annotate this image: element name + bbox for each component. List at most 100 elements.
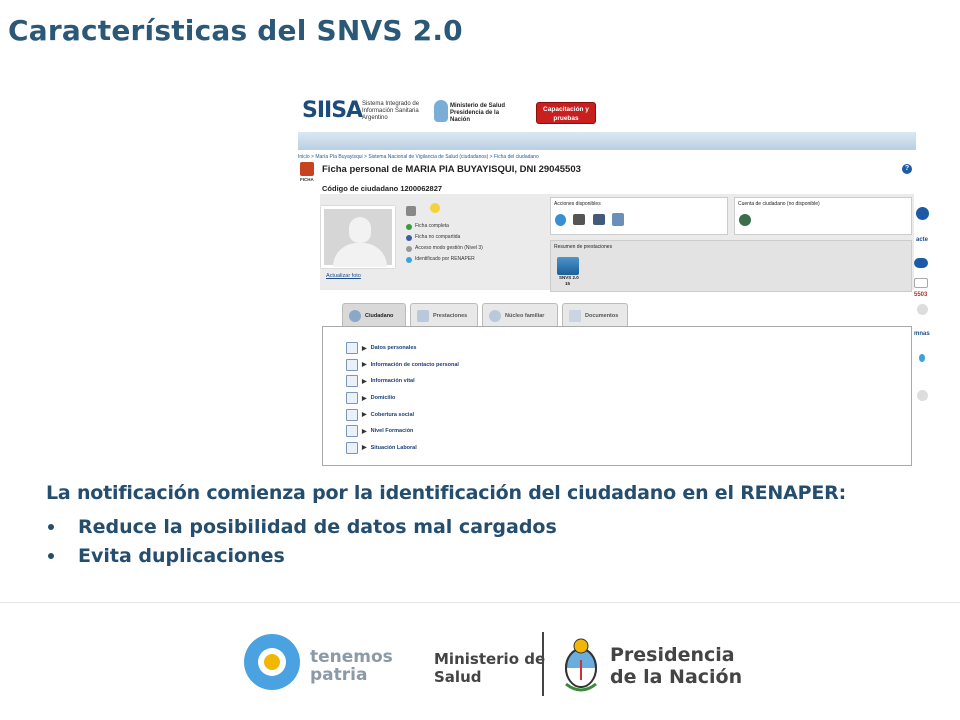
sisa-subtitle: Sistema Integrado de Información Sanitar… (362, 101, 420, 121)
tenemos-patria-text: tenemos patria (310, 647, 393, 685)
truck-action-icon[interactable] (573, 214, 585, 225)
status-list: Ficha completa Ficha no compartida Acces… (406, 221, 483, 265)
section-domicilio[interactable]: ▶ Domicilio (346, 390, 459, 407)
ficha-icon (300, 162, 314, 176)
section-contacto[interactable]: ▶ Información de contacto personal (346, 357, 459, 374)
linkedin-icon (406, 206, 416, 216)
status-item: Ficha no compartida (406, 232, 483, 243)
expand-icon: ▶ (362, 445, 367, 452)
expand-icon: ▶ (362, 395, 367, 402)
expand-icon: ▶ (362, 412, 367, 419)
id-card-icon (346, 342, 358, 355)
avatar-head-icon (349, 217, 371, 243)
codigo-ciudadano: Código de ciudadano 1200062827 (322, 184, 443, 193)
right-strip-text: acte (916, 237, 929, 243)
document-icon (569, 309, 581, 322)
escudo-icon (434, 100, 448, 122)
status-item: Ficha completa (406, 221, 483, 232)
contact-icon (346, 358, 358, 371)
right-strip: acte 5503 mnas (914, 152, 938, 466)
stethoscope-icon (346, 408, 358, 421)
resumen-title: Resumen de prestaciones (554, 244, 613, 250)
ficha-label: FICHA (300, 177, 314, 182)
renaper-icon (406, 256, 412, 263)
avatar-body-icon (333, 243, 387, 267)
tenemos-patria-logo-icon (244, 634, 300, 690)
snvs-tile[interactable] (557, 257, 579, 275)
right-strip-text: mnas (914, 331, 930, 337)
cuenta-title: Cuenta de ciudadano (no disponible) (738, 201, 820, 207)
tab-documentos[interactable]: Documentos (562, 303, 628, 327)
family-icon (489, 309, 501, 322)
ministerio-text: Ministerio de Salud Presidencia de la Na… (450, 103, 506, 123)
app-header: SIISA Sistema Integrado de Información S… (298, 92, 918, 132)
acciones-title: Acciones disponibles (554, 201, 601, 207)
resumen-panel: Resumen de prestaciones SNVS 2.0 15 (550, 240, 912, 292)
toggle-icon[interactable] (914, 258, 928, 268)
help-icon[interactable]: ? (902, 164, 912, 174)
prestaciones-icon (417, 309, 429, 322)
slide-title: Características del SNVS 2.0 (8, 14, 463, 47)
briefcase-icon (346, 441, 358, 454)
presidencia-text: Presidencia de la Nación (610, 644, 743, 688)
logo-divider (542, 632, 544, 696)
card-action-icon[interactable] (612, 213, 624, 226)
ministerio-salud-text: Ministerio de Salud (434, 650, 546, 686)
section-formacion[interactable]: ▶ Nivel Formación (346, 423, 459, 440)
capacitacion-button[interactable]: Capacitación y pruebas (536, 102, 596, 124)
main-text: La notificación comienza por la identifi… (46, 482, 846, 504)
globe-action-icon[interactable] (555, 214, 566, 226)
tab-prestaciones[interactable]: Prestaciones (410, 303, 478, 327)
nav-bar (298, 132, 916, 150)
cuenta-panel: Cuenta de ciudadano (no disponible) (734, 197, 912, 235)
bullet-icon (48, 552, 54, 559)
expand-icon: ▶ (362, 345, 367, 352)
actualizar-foto-link[interactable]: Actualizar foto (326, 273, 361, 279)
snvs-tile-label: SNVS 2.0 15 (559, 275, 579, 286)
bullet-item: Evita duplicaciones (46, 541, 557, 570)
section-laboral[interactable]: ▶ Situación Laboral (346, 440, 459, 457)
sun-icon (264, 654, 280, 670)
acciones-panel: Acciones disponibles (550, 197, 728, 235)
person-icon (349, 309, 361, 322)
section-datos-personales[interactable]: ▶ Datos personales (346, 340, 459, 357)
right-strip-text: 5503 (914, 292, 928, 298)
escudo-nacional-icon (565, 638, 597, 692)
bullet-icon (48, 523, 54, 530)
field-icon[interactable] (914, 278, 928, 288)
bullet-item: Reduce la posibilidad de datos mal carga… (46, 512, 557, 541)
expand-icon: ▶ (362, 428, 367, 435)
ministerio-logo: Ministerio de Salud Presidencia de la Na… (434, 100, 514, 126)
drop-icon[interactable] (919, 354, 925, 362)
circle-button-icon[interactable] (917, 390, 928, 401)
check-icon (406, 223, 412, 230)
tab-nucleo-familiar[interactable]: Núcleo familiar (482, 303, 558, 327)
key-icon (406, 245, 412, 252)
section-list: ▶ Datos personales ▶ Información de contac… (346, 340, 459, 456)
app-screenshot: SIISA Sistema Integrado de Información S… (298, 92, 938, 466)
help-icon[interactable] (916, 207, 929, 220)
section-info-vital[interactable]: ▶ Información vital (346, 373, 459, 390)
ficha-header: FICHA Ficha personal de MARIA PIA BUYAYI… (298, 160, 914, 184)
graduation-cap-icon (346, 425, 358, 438)
ficha-title: Ficha personal de MARIA PIA BUYAYISQUI, … (322, 164, 581, 175)
print-action-icon[interactable] (593, 214, 605, 225)
house-icon (346, 392, 358, 405)
footer: tenemos patria Ministerio de Salud Preside… (0, 604, 960, 720)
expand-icon: ▶ (362, 378, 367, 385)
slide: Características del SNVS 2.0 SIISA Siste… (0, 0, 960, 720)
tab-ciudadano[interactable]: Ciudadano (342, 303, 406, 327)
vital-icon (346, 375, 358, 388)
status-item: Identificado por RENAPER (406, 254, 483, 265)
status-item: Acceso modo gestión (Nivel 3) (406, 243, 483, 254)
circle-button-icon[interactable] (917, 304, 928, 315)
person-icon (406, 234, 412, 241)
public-icon (430, 203, 440, 213)
expand-icon: ▶ (362, 362, 367, 369)
add-user-icon[interactable] (739, 214, 751, 226)
sisa-logo[interactable]: SIISA (302, 98, 363, 123)
section-cobertura[interactable]: ▶ Cobertura social (346, 406, 459, 423)
bullet-list: Reduce la posibilidad de datos mal carga… (46, 512, 557, 570)
footer-divider (0, 602, 960, 603)
avatar[interactable] (321, 206, 395, 268)
